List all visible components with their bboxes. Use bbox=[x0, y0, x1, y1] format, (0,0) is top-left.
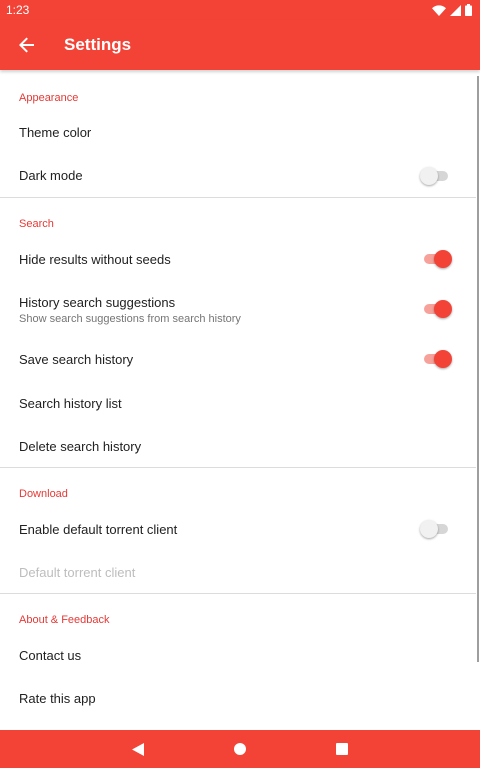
status-icons bbox=[432, 4, 472, 16]
pref-title: Save search history bbox=[19, 352, 134, 367]
arrow-back-icon bbox=[19, 37, 34, 53]
save-history-switch[interactable] bbox=[420, 349, 452, 369]
pref-title: History search suggestions bbox=[19, 295, 176, 310]
torrent-client-switch[interactable] bbox=[420, 519, 452, 539]
dark-mode-switch[interactable] bbox=[420, 166, 452, 186]
battery-icon bbox=[465, 4, 472, 16]
section-header-appearance: Appearance bbox=[19, 92, 79, 104]
pref-title: Delete search history bbox=[19, 439, 142, 454]
section-header-download: Download bbox=[19, 488, 68, 500]
switch-thumb bbox=[420, 520, 438, 538]
pref-theme-color[interactable]: Theme color bbox=[0, 111, 476, 154]
navigation-bar bbox=[0, 730, 480, 768]
switch-thumb bbox=[434, 300, 452, 318]
scrollbar[interactable] bbox=[477, 76, 479, 662]
divider bbox=[0, 467, 476, 468]
section-header-search: Search bbox=[19, 218, 54, 230]
pref-title: Hide results without seeds bbox=[19, 252, 171, 267]
pref-history-search-suggestions[interactable]: History search suggestions Show search s… bbox=[0, 280, 476, 336]
pref-summary: Show search suggestions from search hist… bbox=[19, 313, 241, 325]
pref-dark-mode[interactable]: Dark mode bbox=[0, 154, 476, 197]
recents-square-icon bbox=[336, 743, 348, 755]
nav-back-button[interactable] bbox=[127, 739, 149, 759]
pref-save-search-history[interactable]: Save search history bbox=[0, 336, 476, 380]
switch-thumb bbox=[420, 167, 438, 185]
pref-title: Contact us bbox=[19, 648, 82, 663]
pref-title: Enable default torrent client bbox=[19, 522, 178, 537]
pref-title: Theme color bbox=[19, 125, 92, 140]
section-header-about: About & Feedback bbox=[19, 614, 110, 626]
page-title: Settings bbox=[64, 35, 132, 54]
switch-thumb bbox=[434, 350, 452, 368]
wifi-icon bbox=[432, 4, 446, 16]
status-time: 1:23 bbox=[6, 3, 30, 17]
switch-thumb bbox=[434, 250, 452, 268]
divider bbox=[0, 197, 476, 198]
pref-search-history-list[interactable]: Search history list bbox=[0, 380, 476, 423]
status-bar: 1:23 bbox=[0, 0, 480, 20]
nav-home-button[interactable] bbox=[229, 739, 251, 759]
pref-enable-default-torrent-client[interactable]: Enable default torrent client bbox=[0, 507, 476, 550]
pref-contact-us[interactable]: Contact us bbox=[0, 633, 476, 676]
back-button[interactable] bbox=[14, 33, 40, 57]
history-suggestions-switch[interactable] bbox=[420, 299, 452, 319]
app-bar: Settings bbox=[0, 20, 480, 70]
settings-list[interactable]: Appearance Theme color Dark mode Search … bbox=[0, 70, 480, 730]
pref-rate-this-app[interactable]: Rate this app bbox=[0, 676, 476, 719]
pref-title: Dark mode bbox=[19, 168, 83, 183]
pref-title: Search history list bbox=[19, 396, 122, 411]
pref-delete-search-history[interactable]: Delete search history bbox=[0, 423, 476, 466]
hide-results-switch[interactable] bbox=[420, 249, 452, 269]
pref-title: Default torrent client bbox=[19, 565, 136, 580]
home-circle-icon bbox=[234, 743, 246, 755]
pref-default-torrent-client: Default torrent client bbox=[0, 550, 476, 593]
pref-title: Rate this app bbox=[19, 691, 96, 706]
back-triangle-icon bbox=[132, 742, 144, 756]
nav-recents-button[interactable] bbox=[331, 739, 353, 759]
divider bbox=[0, 593, 476, 594]
cell-signal-icon bbox=[450, 4, 461, 16]
pref-hide-results-without-seeds[interactable]: Hide results without seeds bbox=[0, 237, 476, 280]
